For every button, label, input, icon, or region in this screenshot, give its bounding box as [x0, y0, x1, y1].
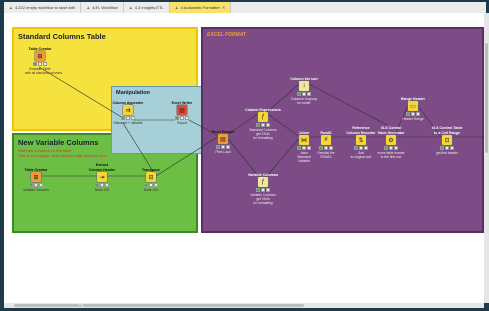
- node-status: [376, 146, 406, 150]
- node-description: Standard + Variable: [113, 121, 143, 125]
- xls-control-icon: ⚙: [386, 135, 396, 145]
- node-label: Transpose: [142, 167, 160, 172]
- node-table-creator-variable[interactable]: Table Creator ⊞ Variable Columns: [21, 163, 51, 193]
- node-label: Column Appender: [112, 100, 144, 105]
- column-expressions-icon: ƒ: [258, 112, 268, 122]
- node-column-expressions[interactable]: Column Expressions ƒ Standard Columns ge…: [245, 103, 281, 141]
- node-label: Excel Reader: [211, 129, 235, 134]
- node-xls-control-cell-range[interactable]: XLS Control Table to a Cell Range ⊡ get …: [431, 126, 463, 155]
- node-column-appender[interactable]: Column Appender ⇉ Standard + Variable: [112, 96, 144, 126]
- node-label: Table Creator: [24, 167, 48, 172]
- connection-lines: [36, 66, 484, 178]
- column-appender-icon: ⇉: [123, 105, 133, 115]
- workflow-tab-bar: ▲ 4.222 empty workflow to start with ▲ 4.E…: [4, 2, 486, 13]
- column-sort-icon: ↕: [299, 81, 309, 91]
- node-variable-columns[interactable]: Variable Columns ƒ Variable Columns get …: [247, 168, 279, 206]
- node-label: XLS Control Table to a Cell Range: [431, 126, 463, 135]
- node-status: [311, 146, 341, 150]
- node-description: Node 233: [94, 188, 110, 192]
- node-label: Variable Columns: [247, 172, 279, 177]
- tab-el-workflow[interactable]: ▲ 4.EL Workflow: [81, 2, 124, 13]
- node-status: [398, 112, 428, 116]
- node-status: [167, 116, 197, 120]
- workflow-icon: ▲: [128, 5, 133, 10]
- workflow-icon: ▲: [9, 5, 13, 10]
- node-description: Columns Ungroup for sorter: [290, 97, 318, 105]
- node-label: Extract Column Header: [88, 163, 116, 172]
- node-description: Export: [177, 121, 187, 125]
- node-transpose[interactable]: Transpose ⊟ Node 234: [136, 163, 166, 193]
- node-range-header[interactable]: Range Header ▭ Header Range: [398, 92, 428, 122]
- node-status: [136, 183, 166, 187]
- node-description: Example Table with all standard columns: [25, 67, 62, 75]
- node-table-creator[interactable]: Table Creator ⊞ Example Table with all s…: [25, 42, 62, 76]
- node-description: Reinitial the ROWID: [317, 151, 335, 159]
- variable-columns-icon: ƒ: [258, 177, 268, 187]
- node-description: Sort to original sort: [350, 151, 372, 159]
- vertical-scrollbar[interactable]: [484, 13, 489, 303]
- node-status: [346, 146, 376, 150]
- node-status: [248, 123, 278, 127]
- table-creator-icon: ⊞: [35, 51, 45, 61]
- node-status: [21, 183, 51, 187]
- node-description: Header Range: [402, 117, 424, 121]
- node-xls-control-table-generator[interactable]: XLS Control Table Generator ⚙ move table…: [376, 126, 406, 159]
- table-creator-icon: ⊞: [31, 172, 41, 182]
- node-label: XLS Control Table Generator: [377, 126, 405, 135]
- node-status: [87, 183, 117, 187]
- joiner-icon: ⋈: [299, 135, 309, 145]
- node-status: [248, 188, 278, 192]
- node-status: [25, 62, 55, 66]
- node-label: Table Creator: [28, 46, 52, 51]
- node-label: Excel Writer: [171, 100, 193, 105]
- close-icon[interactable]: ✕: [222, 5, 225, 10]
- mouse-cursor-icon: ↖: [78, 300, 85, 309]
- range-header-icon: ▭: [408, 101, 418, 111]
- node-label: RowID: [320, 130, 332, 135]
- horizontal-scrollbar[interactable]: [4, 303, 484, 308]
- workflow-icon: ▲: [86, 5, 91, 10]
- node-label: Column Expressions: [245, 107, 281, 112]
- node-rowid[interactable]: RowID # Reinitial the ROWID: [311, 126, 341, 160]
- tab-empty-workflow[interactable]: ▲ 4.222 empty workflow to start with: [4, 2, 82, 13]
- cell-range-icon: ⊡: [442, 135, 452, 145]
- node-excel-reader[interactable]: Excel Reader ▤ Files Load: [208, 125, 238, 155]
- node-status: [432, 146, 462, 150]
- node-description: Standard Columns get TAGs for formatting: [249, 128, 277, 140]
- transpose-icon: ⊟: [146, 172, 156, 182]
- excel-writer-icon: ▤: [177, 105, 187, 115]
- workflow-icon: ▲: [174, 5, 179, 10]
- node-excel-writer[interactable]: Excel Writer ▤ Export: [167, 96, 197, 126]
- excel-reader-icon: ▤: [218, 134, 228, 144]
- extract-header-icon: ⇥: [97, 172, 107, 182]
- node-reference-column-resorter[interactable]: Reference Column Resorter ⇅ Sort to orig…: [346, 126, 376, 159]
- tab-automatic-formatter[interactable]: ▲ 4 Automatic Formatter ✕: [169, 2, 232, 13]
- node-status: [113, 116, 143, 120]
- scrollbar-thumb[interactable]: [485, 43, 488, 153]
- node-extract-column-header[interactable]: Extract Column Header ⇥ Node 233: [87, 163, 117, 192]
- node-description: Variable Columns: [23, 188, 49, 192]
- tab-insights-etl[interactable]: ▲ 4.3 Insights ETL: [124, 2, 170, 13]
- workflow-canvas[interactable]: Standard Columns Table New Variable Colu…: [4, 13, 484, 303]
- scrollbar-thumb[interactable]: [14, 304, 304, 307]
- node-status: [289, 92, 319, 96]
- node-label: Reference Column Resorter: [346, 126, 376, 135]
- node-description: move table header to the first row: [377, 151, 405, 159]
- node-label: Range Header: [400, 96, 426, 101]
- rowid-icon: #: [321, 135, 331, 145]
- node-description: get first header: [436, 151, 458, 155]
- node-column-list-sort[interactable]: Column list sort ↕ Columns Ungroup for s…: [289, 72, 319, 106]
- node-description: Files Load: [215, 150, 231, 154]
- node-label: Column list sort: [290, 76, 318, 81]
- node-description: Variable Columns get TAGs for formatting: [250, 193, 276, 205]
- reference-resorter-icon: ⇅: [356, 135, 366, 145]
- node-status: [208, 145, 238, 149]
- node-description: Node 234: [143, 188, 159, 192]
